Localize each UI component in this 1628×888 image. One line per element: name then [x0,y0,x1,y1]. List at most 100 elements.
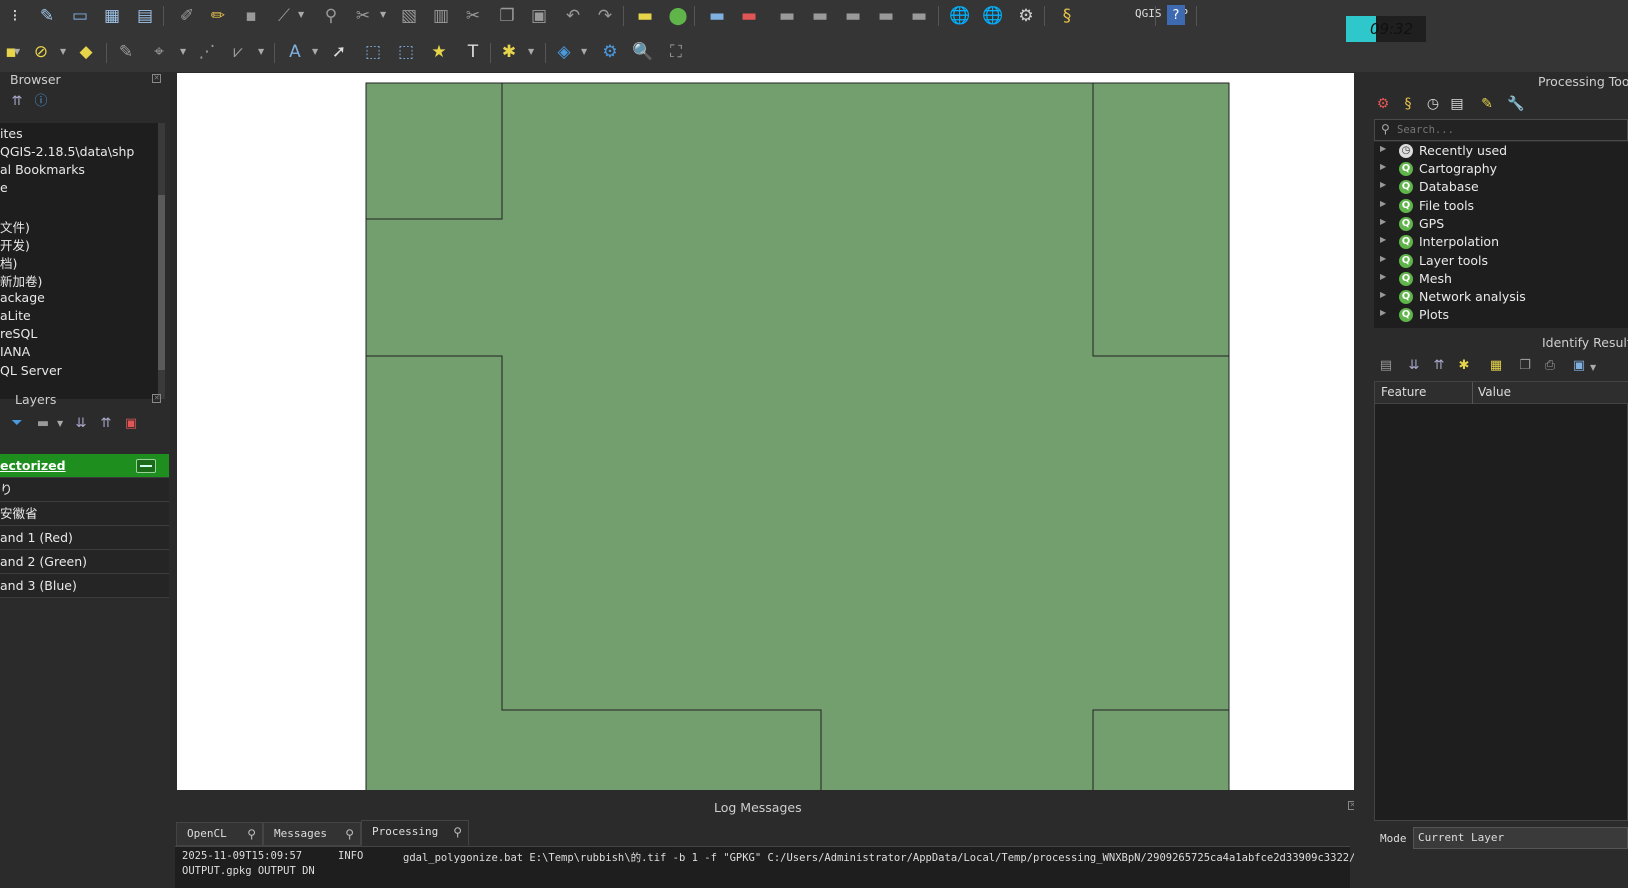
edit-icon[interactable]: ✐ [176,5,198,27]
label-abc-icon[interactable]: ▬ [738,5,760,27]
tree-item-plots[interactable]: ▶ Q Plots [1374,306,1628,324]
virtual-layer-icon[interactable]: ▤ [134,5,156,27]
save-edits-icon[interactable]: ▪ [240,5,262,27]
expand-all-icon[interactable]: ⇊ [1406,358,1422,374]
close-layers-icon[interactable]: ✕ [152,394,161,403]
search-input[interactable] [1397,121,1617,139]
polygon[interactable] [1092,709,1230,790]
text-annotation-icon[interactable]: T [462,41,484,63]
map-canvas[interactable] [177,73,1354,790]
log-body[interactable]: 2025-11-09T15:09:57 INFO gdal_polygonize… [175,846,1355,888]
digitize-icon[interactable]: ✎ [36,5,58,27]
python-icon[interactable]: § [1056,5,1078,27]
tree-item-mesh[interactable]: ▶ Q Mesh [1374,270,1628,288]
zoom-search-icon[interactable]: 🔍 [632,41,654,63]
polygon[interactable] [365,82,503,220]
collapse-layers-icon[interactable]: ⇈ [95,412,117,434]
select-location-icon[interactable]: ◆ [75,41,97,63]
copy-features-icon[interactable]: ❐ [496,5,518,27]
remove-layer-icon[interactable]: ▣ [120,412,142,434]
browser-item[interactable]: al Bookmarks [0,162,85,177]
browser-scrollbar-thumb[interactable] [158,195,165,370]
digitize-tool-icon[interactable]: ✎ [115,41,137,63]
collapse-all-icon[interactable]: ⇈ [6,90,28,112]
browser-item[interactable]: QL Server [0,363,62,378]
metasearch-icon[interactable]: ⚙ [1015,5,1037,27]
label-move-icon[interactable]: ▬ [706,5,728,27]
delete-selected-icon[interactable]: ▥ [430,5,452,27]
results-icon[interactable]: ▤ [1448,95,1466,113]
collapse-all-icon[interactable]: ⇈ [1431,358,1447,374]
attribute-table-icon[interactable]: ▧ [398,5,420,27]
label-icon[interactable]: ▬ [634,5,656,27]
layers-stack-icon[interactable]: ◈ [553,41,575,63]
annotation-icon[interactable]: ✱ [498,41,520,63]
tree-item-recently-used[interactable]: ▶ ◷ Recently used [1374,142,1628,160]
label-tool-icon[interactable]: A [284,41,306,63]
expand-all-icon[interactable]: ⇊ [70,412,92,434]
vertex-tool-icon[interactable]: ⚲ [320,5,342,27]
polygon[interactable] [1092,82,1230,357]
pointer-select-icon[interactable]: ➚ [328,41,350,63]
print-icon[interactable]: ⎙ [1542,358,1558,374]
gear-icon[interactable]: ⚙ [599,41,621,63]
edit-features-icon[interactable]: ✎ [1478,95,1496,113]
fullscreen-icon[interactable]: ⛶ [665,41,687,63]
label-pin-icon[interactable]: ⬤ [667,5,689,27]
browser-item[interactable]: 新加卷) [0,271,42,290]
redo-icon[interactable]: ↷ [594,5,616,27]
expand-arrow-icon[interactable]: ▶ [1380,217,1386,226]
expand-arrow-icon[interactable]: ▶ [1380,162,1386,171]
tree-item-layer-tools[interactable]: ▶ Q Layer tools [1374,252,1628,270]
reshape-icon[interactable]: ⩗ [227,41,249,63]
models-icon[interactable]: ⚙ [1374,95,1392,113]
tree-item-interpolation[interactable]: ▶ Q Interpolation [1374,233,1628,251]
browser-item[interactable]: 档) [0,253,17,272]
advanced-digitize-icon[interactable]: ⌖ [148,41,170,63]
tree-item-database[interactable]: ▶ Q Database [1374,178,1628,196]
expand-arrow-icon[interactable]: ▶ [1380,272,1386,281]
layer-row[interactable]: and 2 (Green) [0,550,169,574]
paste-features-icon[interactable]: ▣ [528,5,550,27]
deselect-icon[interactable]: ⊘ [30,41,52,63]
label-pin2-icon[interactable]: ▬ [875,5,897,27]
expand-arrow-icon[interactable]: ▶ [1380,254,1386,263]
browser-item[interactable]: reSQL [0,326,37,341]
wms-globe-icon[interactable]: 🌐 [949,5,971,27]
pin-icon[interactable]: ⚲ [345,823,354,845]
layer-row[interactable]: り [0,478,169,502]
column-feature[interactable]: Feature [1381,385,1426,399]
browser-tree[interactable]: ites QGIS-2.18.5\data\shp al Bookmarks e… [0,123,160,399]
browser-item[interactable]: 开发) [0,235,30,254]
tree-item-file-tools[interactable]: ▶ Q File tools [1374,197,1628,215]
wfs-globe-icon[interactable]: 🌐 [982,5,1004,27]
new-layer-icon[interactable]: ▭ [69,5,91,27]
expand-arrow-icon[interactable]: ▶ [1380,308,1386,317]
tree-item-gps[interactable]: ▶ Q GPS [1374,215,1628,233]
tab-processing[interactable]: Processing ⚲ [361,820,469,846]
add-line-icon[interactable]: ⟋ [273,5,295,27]
identify-settings-icon[interactable]: ▣ [1571,358,1587,374]
pin-icon[interactable]: ⚲ [453,821,462,843]
mode-select[interactable]: Current Layer [1413,827,1628,849]
label-hide-icon[interactable]: ▬ [908,5,930,27]
history-icon[interactable]: ◷ [1424,95,1442,113]
browser-item[interactable]: aLite [0,308,31,323]
filter-legend-icon[interactable]: ▬ [32,412,54,434]
expand-arrow-icon[interactable]: ▶ [1380,199,1386,208]
vertex-editor-icon[interactable]: ⬚ [395,41,417,63]
expand-arrow-icon[interactable]: ▶ [1380,180,1386,189]
tab-messages[interactable]: Messages ⚲ [263,822,361,846]
split-features-icon[interactable]: ⋰ [196,41,218,63]
tree-item-cartography[interactable]: ▶ Q Cartography [1374,160,1628,178]
modify-attributes-icon[interactable]: ✂ [352,5,374,27]
expand-arrow-icon[interactable]: ▶ [1380,235,1386,244]
browser-item[interactable]: IANA [0,344,30,359]
expand-tree-icon[interactable]: ▤ [1378,358,1394,374]
layer-row[interactable]: 安徽省 [0,502,169,526]
label-change-icon[interactable]: ▬ [809,5,831,27]
node-tool-icon[interactable]: ⬚ [362,41,384,63]
identify-results-table[interactable]: Feature Value [1374,381,1628,821]
browser-item[interactable]: e [0,180,8,195]
label-rotate-icon[interactable]: ▬ [776,5,798,27]
